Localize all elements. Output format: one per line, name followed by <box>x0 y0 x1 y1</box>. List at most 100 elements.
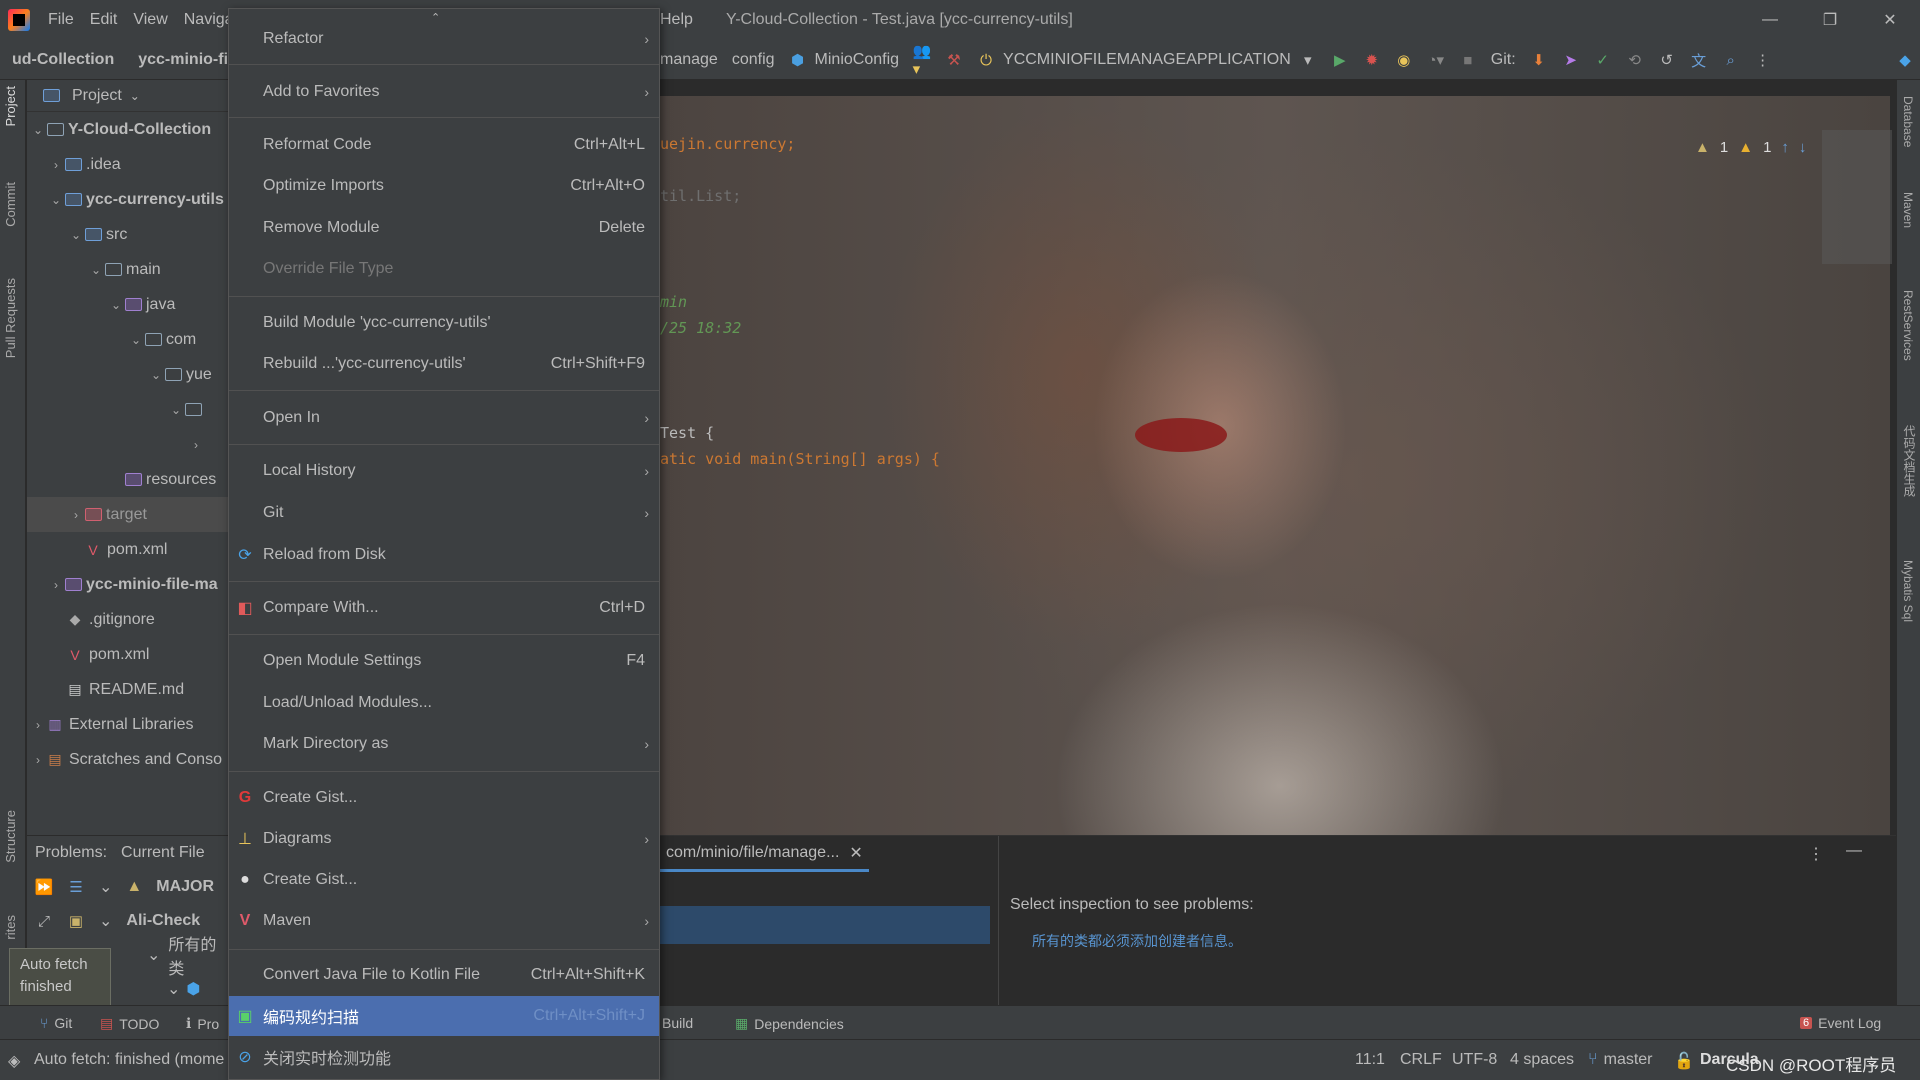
run-icon[interactable]: ▶ <box>1331 51 1349 69</box>
bottom-tab-todo[interactable]: ▤ TODO <box>100 1015 159 1032</box>
tree-item[interactable]: › <box>27 427 229 462</box>
tree-item[interactable]: › .idea <box>27 147 229 182</box>
project-panel-header[interactable]: Project ⌄ <box>27 80 229 112</box>
git-branch-widget[interactable]: ⑂ master <box>1588 1051 1653 1069</box>
tool-tab-maven[interactable]: Maven <box>1901 192 1915 228</box>
minimize-button[interactable]: — <box>1740 0 1800 40</box>
tool-tab-mybatis-sql[interactable]: Mybatis Sql <box>1901 560 1915 622</box>
severity-major[interactable]: MAJOR <box>156 878 214 896</box>
menu-item-code-scan[interactable]: ▣ 编码规约扫描 Ctrl+Alt+Shift+J <box>229 996 659 1036</box>
stop-icon[interactable]: ■ <box>1459 51 1477 69</box>
menu-item-optimize-imports[interactable]: Optimize Imports Ctrl+Alt+O <box>229 166 659 206</box>
tool-tab-restservices[interactable]: RestServices <box>1901 290 1915 361</box>
menu-item-build-module[interactable]: Build Module 'ycc-currency-utils' <box>229 303 659 343</box>
translate-icon[interactable]: 文 <box>1690 51 1708 70</box>
menu-item-git[interactable]: Git › <box>229 493 659 533</box>
menu-item-mark-directory-as[interactable]: Mark Directory as › <box>229 724 659 764</box>
users-icon[interactable]: 👥▾ <box>913 43 932 78</box>
bottom-tab-problems[interactable]: ℹ Pro <box>186 1015 219 1032</box>
tree-item[interactable]: ⌄ <box>27 392 229 427</box>
tree-item[interactable]: ⌄ yue <box>27 357 229 392</box>
tree-item[interactable]: Vpom.xml <box>27 532 229 567</box>
tool-tab-project[interactable]: Project <box>3 86 18 126</box>
file-encoding[interactable]: UTF-8 <box>1452 1051 1497 1069</box>
close-button[interactable]: ✕ <box>1860 0 1920 40</box>
menu-file[interactable]: File <box>40 11 82 29</box>
tool-tab-database[interactable]: Database <box>1901 96 1915 147</box>
history-icon[interactable]: ⟲ <box>1626 51 1644 69</box>
inspection-tab[interactable]: com/minio/file/manage... ✕ <box>660 836 869 872</box>
next-highlight-icon[interactable]: ↓ <box>1799 139 1807 156</box>
caret-position[interactable]: 11:1 <box>1355 1051 1385 1069</box>
bottom-tab-git[interactable]: ⑂ Git <box>40 1015 72 1031</box>
menu-item-open-in[interactable]: Open In › <box>229 398 659 438</box>
menu-item-convert-to-kotlin[interactable]: Convert Java File to Kotlin File Ctrl+Alt… <box>229 955 659 995</box>
autoscroll-icon[interactable]: ▣ <box>67 912 85 930</box>
menu-item-local-history[interactable]: Local History › <box>229 451 659 491</box>
menu-item-add-to-favorites[interactable]: Add to Favorites › <box>229 72 659 112</box>
close-icon[interactable]: ✕ <box>849 843 862 863</box>
tool-tab-doc-gen[interactable]: 代码文档生成 <box>1901 425 1918 497</box>
search-icon[interactable]: ⌕ <box>1722 51 1740 69</box>
breadcrumb-config[interactable]: config <box>732 51 775 69</box>
rollback-icon[interactable]: ↺ <box>1658 51 1676 69</box>
tree-item[interactable]: ⌄ ycc-currency-utils <box>27 182 229 217</box>
more-icon[interactable]: ⋮ <box>1754 51 1772 69</box>
selected-problem-row[interactable] <box>660 906 990 944</box>
menu-item-disable-realtime-check[interactable]: ⊘ 关闭实时检测功能 <box>229 1037 659 1077</box>
line-separator[interactable]: CRLF <box>1400 1051 1442 1069</box>
tool-tab-pull-requests[interactable]: Pull Requests <box>3 278 18 358</box>
tree-item[interactable]: Vpom.xml <box>27 637 229 672</box>
menu-item-reload-from-disk[interactable]: ⟳ Reload from Disk <box>229 535 659 575</box>
hammer-icon[interactable]: ⚒ <box>945 51 963 69</box>
menu-view[interactable]: View <box>125 11 175 29</box>
tree-item[interactable]: ⌄ com <box>27 322 229 357</box>
menu-item-diagrams[interactable]: ⊥ Diagrams › <box>229 819 659 859</box>
breadcrumb-project[interactable]: ud-Collection <box>0 51 126 69</box>
inspection-widget[interactable]: ▲ 1 ▲ 1 ↑ ↓ <box>1695 139 1806 156</box>
debug-icon[interactable]: ✹ <box>1363 51 1381 69</box>
tool-tab-commit[interactable]: Commit <box>3 182 18 227</box>
bottom-tab-dependencies[interactable]: ▦ Dependencies <box>735 1015 844 1032</box>
options-icon[interactable]: ⋮ <box>1808 844 1824 864</box>
tree-item[interactable]: resources <box>27 462 229 497</box>
run-inspection-icon[interactable]: ⏩ <box>35 878 54 896</box>
breadcrumb-manage[interactable]: manage <box>660 51 718 69</box>
rule-group[interactable]: 所有的类 <box>168 931 229 979</box>
lock-icon[interactable]: 🔓 <box>1674 1051 1694 1071</box>
tree-item[interactable]: › target <box>27 497 229 532</box>
ide-plugin-icon[interactable]: ◆ <box>1896 51 1914 69</box>
menu-item-open-module-settings[interactable]: Open Module Settings F4 <box>229 641 659 681</box>
menu-item-create-gist-github[interactable]: ● Create Gist... <box>229 860 659 900</box>
tool-tab-favorites[interactable]: rites <box>3 915 18 940</box>
layers-icon[interactable]: ◈ <box>8 1051 20 1071</box>
menu-item-compare-with[interactable]: ◧ Compare With... Ctrl+D <box>229 588 659 628</box>
menu-item-load-unload-modules[interactable]: Load/Unload Modules... <box>229 683 659 723</box>
status-message[interactable]: Auto fetch: finished (mome <box>34 1051 224 1069</box>
menu-item-maven[interactable]: V Maven › <box>229 901 659 941</box>
tree-item[interactable]: ⌄ src <box>27 217 229 252</box>
menu-item-create-gist-gitee[interactable]: G Create Gist... <box>229 778 659 818</box>
tree-item[interactable]: › ▥ External Libraries <box>27 707 229 742</box>
code-minimap[interactable] <box>1822 130 1892 264</box>
tree-item[interactable]: ◆ .gitignore <box>27 602 229 637</box>
indent-setting[interactable]: 4 spaces <box>1510 1051 1574 1069</box>
tab-current-file[interactable]: Current File <box>121 844 205 862</box>
coverage-icon[interactable]: ◉ <box>1395 51 1413 69</box>
tree-item[interactable]: › ycc-minio-file-ma <box>27 567 229 602</box>
menu-item-rebuild-module[interactable]: Rebuild ...'ycc-currency-utils' Ctrl+Shif… <box>229 344 659 384</box>
menu-item-remove-module[interactable]: Remove Module Delete <box>229 208 659 248</box>
hide-panel-icon[interactable]: — <box>1846 842 1862 860</box>
profile-icon[interactable]: ◔▾ <box>1427 51 1445 69</box>
menu-item-reformat-code[interactable]: Reformat Code Ctrl+Alt+L <box>229 125 659 165</box>
tree-item[interactable]: ⌄ java <box>27 287 229 322</box>
tool-tab-structure[interactable]: Structure <box>3 810 18 863</box>
restore-button[interactable]: ❐ <box>1800 0 1860 40</box>
tree-item[interactable]: › ▤ Scratches and Conso <box>27 742 229 777</box>
tree-item[interactable]: ⌄ Y-Cloud-Collection <box>27 112 229 147</box>
bottom-tab-build[interactable]: Build <box>662 1015 693 1031</box>
breadcrumb-minioconfig[interactable]: ⬢ MinioConfig <box>789 51 899 69</box>
git-update-icon[interactable]: ⬇ <box>1530 51 1548 69</box>
tree-item[interactable]: ⌄ main <box>27 252 229 287</box>
group-icon[interactable]: ☰ <box>67 878 85 896</box>
